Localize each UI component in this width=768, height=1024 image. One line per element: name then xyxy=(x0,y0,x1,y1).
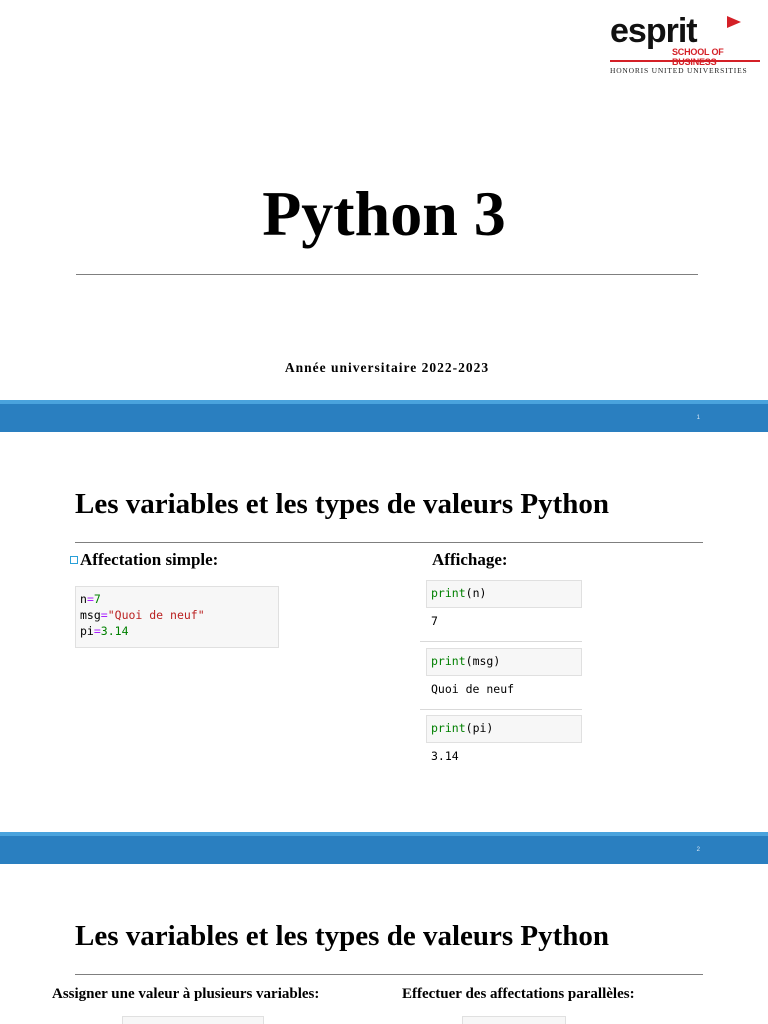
presentation-title: Python 3 xyxy=(262,178,506,249)
parallel-assign-label: Effectuer des affectations parallèles: xyxy=(402,986,635,1002)
affectation-label-text: Affectation simple: xyxy=(80,550,219,569)
print-cell: print(pi) xyxy=(426,715,582,743)
affichage-label: Affichage: xyxy=(432,550,508,569)
slide-footer-band: 2 xyxy=(0,832,768,864)
code-token: msg xyxy=(80,608,101,622)
code-token: 7 xyxy=(93,592,101,606)
print-cell: print(msg) xyxy=(426,648,582,676)
code-token: 3.14 xyxy=(100,624,129,638)
checkbox-bullet-icon xyxy=(70,556,78,564)
print-output: 3.14 xyxy=(431,749,459,763)
print-cell: print(n) xyxy=(426,580,582,608)
title-divider xyxy=(76,274,698,275)
title-slide: esprit SCHOOL OF BUSINESS HONORIS UNITED… xyxy=(0,0,768,400)
esprit-logo: esprit SCHOOL OF BUSINESS HONORIS UNITED… xyxy=(610,14,760,76)
logo-school-text: SCHOOL OF BUSINESS xyxy=(672,47,724,67)
assignment-code-cell: n=7 msg="Quoi de neuf" pi=3.14 xyxy=(75,586,279,648)
logo-network-text: HONORIS UNITED UNIVERSITIES xyxy=(610,66,748,75)
code-token: = xyxy=(86,592,94,606)
print-output: 7 xyxy=(431,614,438,628)
code-token: "Quoi de neuf" xyxy=(107,608,205,622)
academic-year: Année universitaire 2022-2023 xyxy=(284,360,490,375)
logo-divider xyxy=(610,60,760,62)
code-token: pi xyxy=(472,721,487,735)
code-token: pi xyxy=(80,624,94,638)
heading-divider xyxy=(75,542,703,543)
code-token: print xyxy=(431,721,466,735)
logo-wordmark: esprit xyxy=(610,12,698,50)
code-token: n xyxy=(80,592,87,606)
slide-footer-band: 1 xyxy=(0,400,768,432)
variables-slide-continued: Les variables et les types de valeurs Py… xyxy=(0,864,768,1024)
multi-assign-label: Assigner une valeur à plusieurs variable… xyxy=(52,986,320,1002)
cell-separator xyxy=(420,709,582,710)
band-highlight xyxy=(0,400,768,404)
print-output: Quoi de neuf xyxy=(431,682,515,696)
heading-divider xyxy=(75,974,703,975)
slide-heading: Les variables et les types de valeurs Py… xyxy=(75,488,610,520)
variables-slide: Les variables et les types de valeurs Py… xyxy=(0,432,768,832)
band-highlight xyxy=(0,832,768,836)
code-token: msg xyxy=(472,654,494,668)
code-token: = xyxy=(93,624,101,638)
code-token: = xyxy=(100,608,108,622)
code-token: print xyxy=(431,586,466,600)
affectation-label: Affectation simple: xyxy=(70,550,218,570)
code-token: n xyxy=(472,586,480,600)
cell-separator xyxy=(420,641,582,642)
slide-number: 2 xyxy=(696,847,700,853)
slide-number: 1 xyxy=(696,415,700,421)
code-cell xyxy=(122,1016,264,1024)
code-token: print xyxy=(431,654,466,668)
slide-heading: Les variables et les types de valeurs Py… xyxy=(75,920,610,952)
logo-flag-icon xyxy=(727,16,741,28)
code-cell xyxy=(462,1016,566,1024)
